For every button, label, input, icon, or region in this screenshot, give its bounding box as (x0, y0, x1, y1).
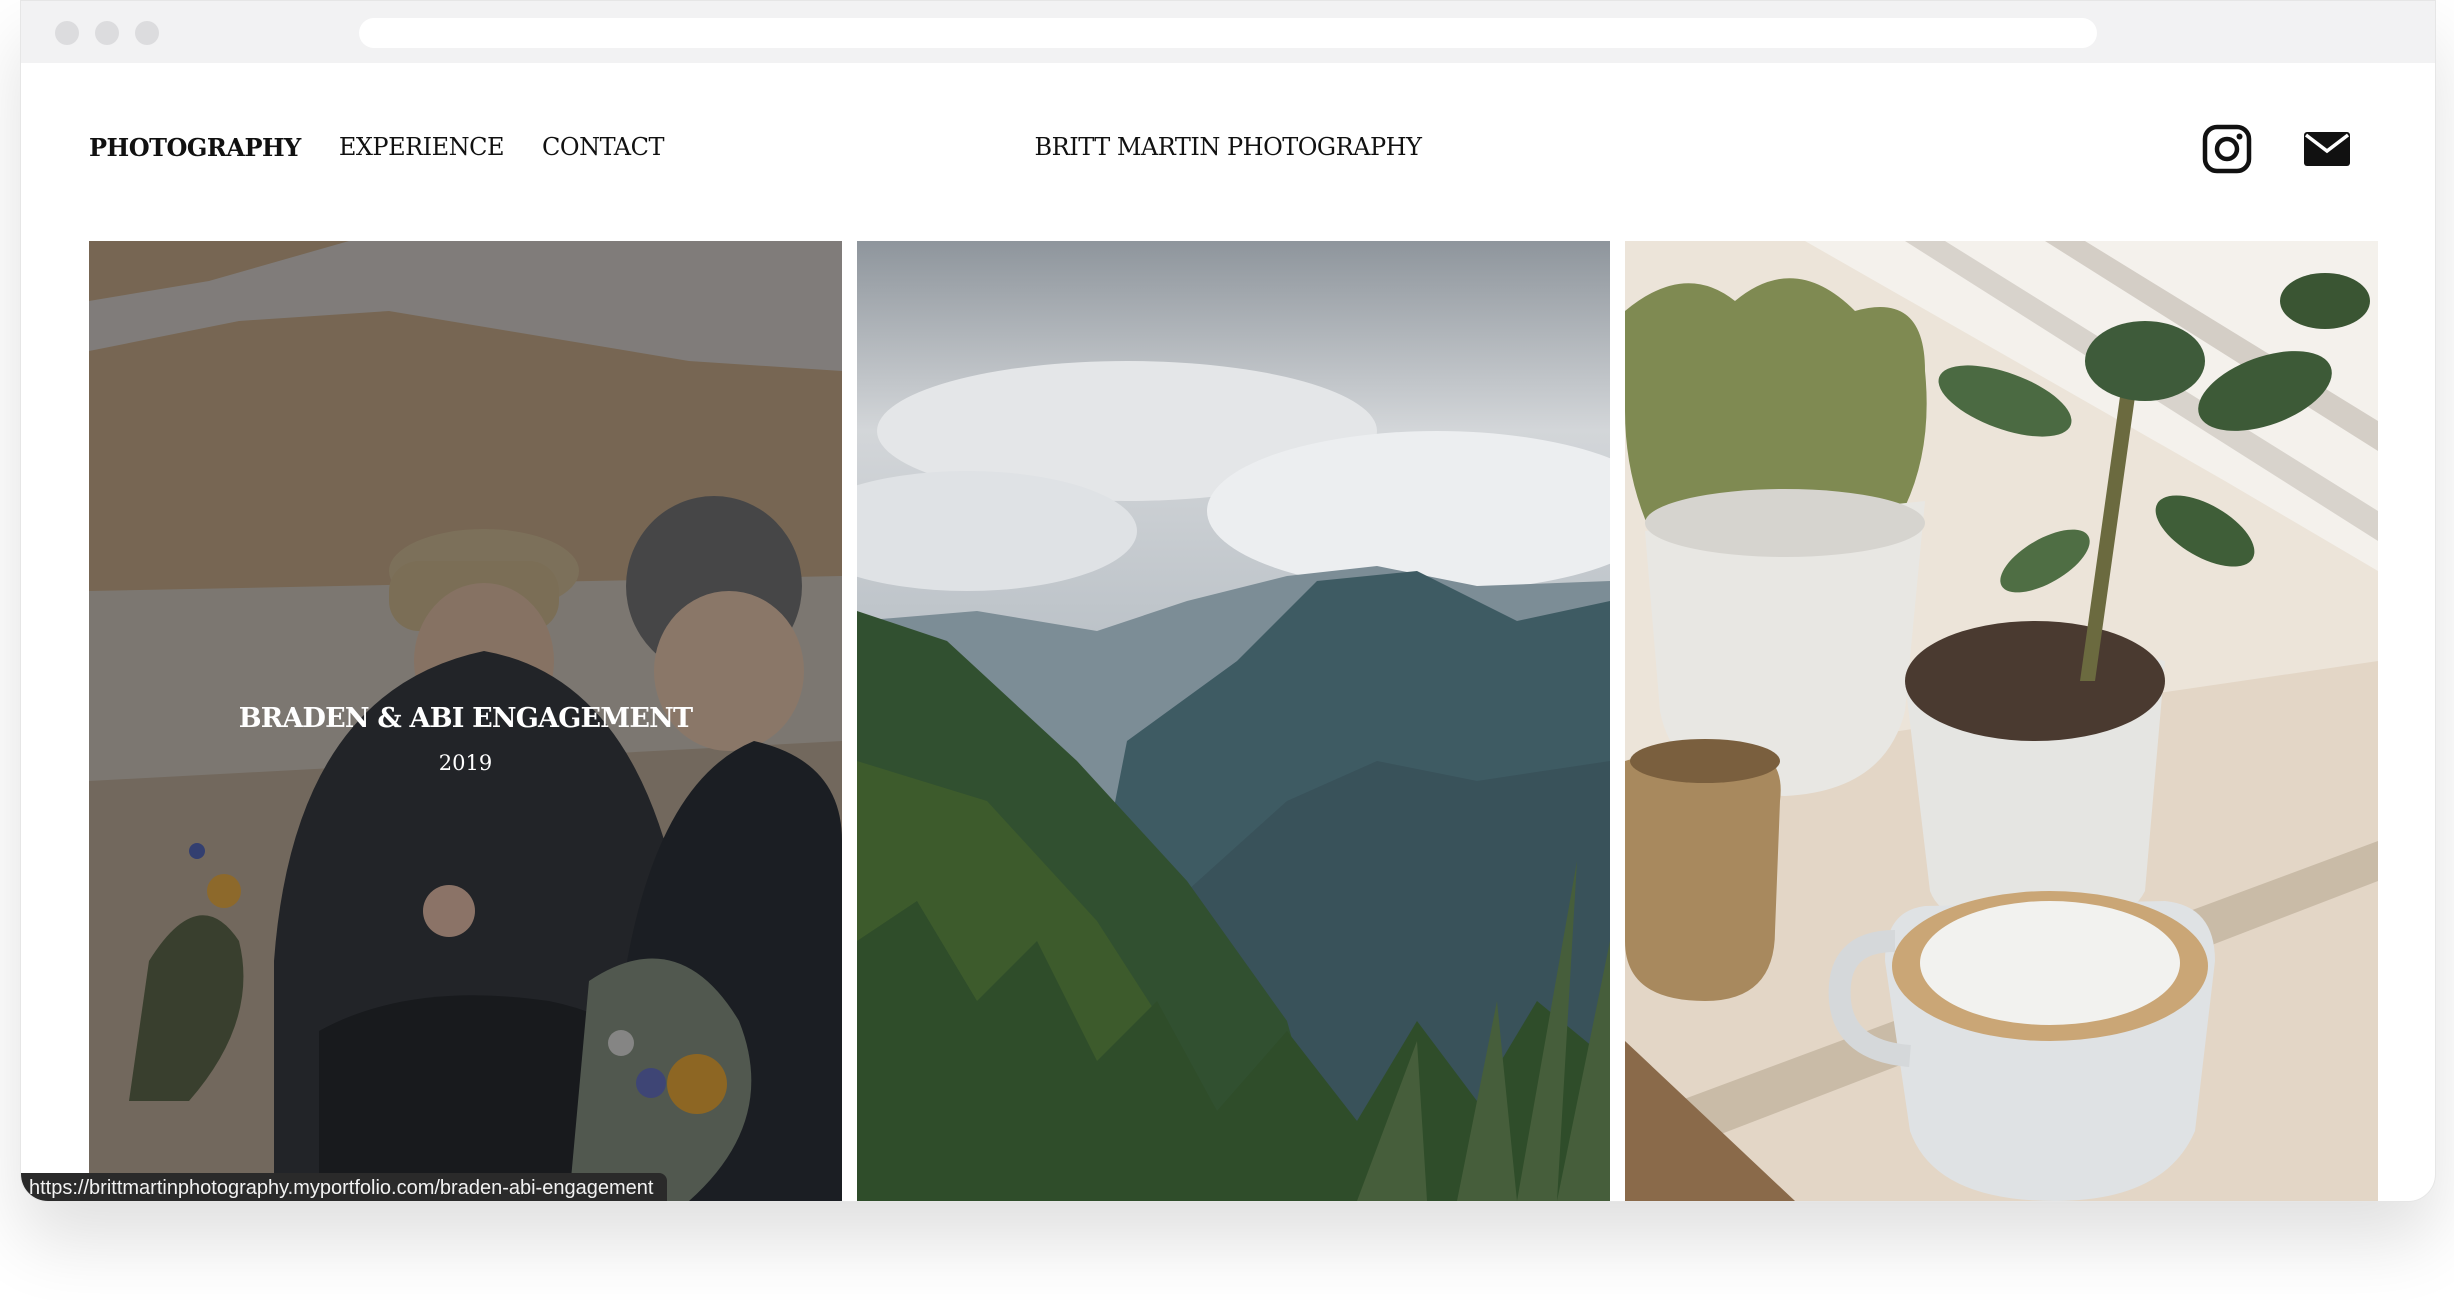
close-window-dot[interactable] (55, 21, 79, 45)
project-tile-mountains[interactable] (857, 241, 1610, 1201)
maximize-window-dot[interactable] (135, 21, 159, 45)
mountain-landscape-photo (857, 241, 1610, 1201)
project-tile-plants-coffee[interactable] (1625, 241, 2378, 1201)
plants-coffee-photo (1625, 241, 2378, 1201)
browser-chrome (21, 1, 2435, 63)
project-tile-engagement[interactable]: BRADEN & ABI ENGAGEMENT 2019 (89, 241, 842, 1201)
site-title[interactable]: BRITT MARTIN PHOTOGRAPHY (21, 133, 2435, 161)
status-bar-url: https://brittmartinphotography.myportfol… (21, 1173, 668, 1201)
minimize-window-dot[interactable] (95, 21, 119, 45)
browser-window: PHOTOGRAPHY EXPERIENCE CONTACT BRITT MAR… (20, 0, 2436, 1202)
project-title: BRADEN & ABI ENGAGEMENT (238, 703, 693, 734)
project-year: 2019 (438, 751, 493, 775)
mail-icon[interactable] (2301, 123, 2353, 175)
address-bar[interactable] (359, 18, 2097, 48)
instagram-icon[interactable] (2201, 123, 2253, 175)
